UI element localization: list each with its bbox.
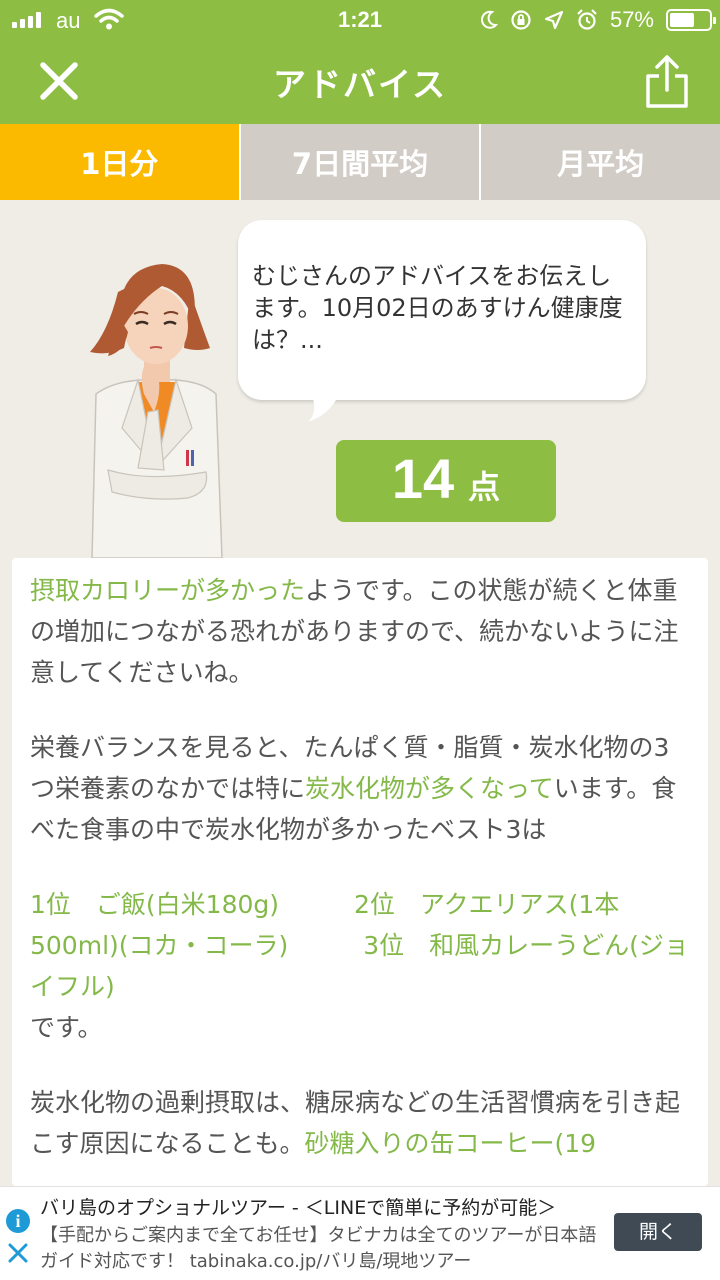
battery-percent: 57% (609, 7, 654, 32)
ad-close-icon[interactable] (8, 1243, 28, 1263)
rotation-lock-icon (511, 10, 531, 30)
carb-ranking-list: 1位 ご飯(白米180g) 2位 アクエリアス(1本500ml)(コカ・コーラ)… (30, 890, 689, 1001)
moon-icon (480, 10, 498, 29)
alarm-icon (577, 9, 597, 30)
navigation-bar: アドバイス (0, 40, 720, 124)
status-bar: au 1:21 57% (0, 0, 720, 40)
ad-info-icon[interactable]: i (6, 1209, 30, 1233)
ad-open-button[interactable]: 開く (614, 1213, 702, 1251)
score-badge: 14 点 (336, 440, 556, 522)
location-icon (544, 10, 564, 30)
advice-paragraph-ranking: 1位 ご飯(白米180g) 2位 アクエリアス(1本500ml)(コカ・コーラ)… (30, 890, 689, 1042)
carb-highlight: 炭水化物が多くなって (305, 774, 554, 803)
tab-monthly-average[interactable]: 月平均 (479, 124, 720, 200)
advice-intro-text: むじさんのアドバイスをお伝えします。10月02日のあすけん健康度は？... (252, 262, 623, 354)
advice-paragraph-calories: 摂取カロリーが多かったようです。この状態が続くと体重の増加につながる恐れがありま… (30, 576, 679, 687)
ad-description[interactable]: 【手配からご案内まで全てお任せ】タビナカは全てのツアーが日本語ガイド対応です！ … (40, 1223, 600, 1275)
tab-7-day-average[interactable]: 7日間平均 (238, 124, 480, 200)
ad-banner[interactable]: i バリ島のオプショナルツアー - ＜LINEで簡単に予約が可能＞ 【手配からご… (0, 1186, 720, 1280)
doctor-illustration (90, 264, 223, 558)
score-value: 14 (391, 447, 455, 510)
share-icon[interactable] (642, 54, 692, 110)
speech-bubble-tail (308, 396, 338, 422)
score-unit: 点 (468, 468, 501, 506)
advice-paragraph-carb-risk: 炭水化物の過剰摂取は、糖尿病などの生活習慣病を引き起こす原因になることも。砂糖入… (30, 1088, 681, 1158)
period-tabs: 1日分 7日間平均 月平均 (0, 124, 720, 200)
advice-paragraph-nutrition-balance: 栄養バランスを見ると、たんぱく質・脂質・炭水化物の3つ栄養素のなかでは特に炭水化… (30, 733, 677, 844)
page-title: アドバイス (272, 65, 447, 104)
tab-1-day[interactable]: 1日分 (0, 124, 239, 200)
ad-title[interactable]: バリ島のオプショナルツアー - ＜LINEで簡単に予約が可能＞ (40, 1193, 556, 1220)
advice-content-card: 摂取カロリーが多かったようです。この状態が続くと体重の増加につながる恐れがありま… (12, 558, 708, 1186)
battery-icon (666, 9, 716, 31)
calorie-highlight: 摂取カロリーが多かった (30, 576, 306, 605)
advice-speech-bubble: むじさんのアドバイスをお伝えします。10月02日のあすけん健康度は？... (238, 220, 646, 400)
canned-coffee-highlight: 砂糖入りの缶コーヒー(19 (304, 1129, 597, 1158)
